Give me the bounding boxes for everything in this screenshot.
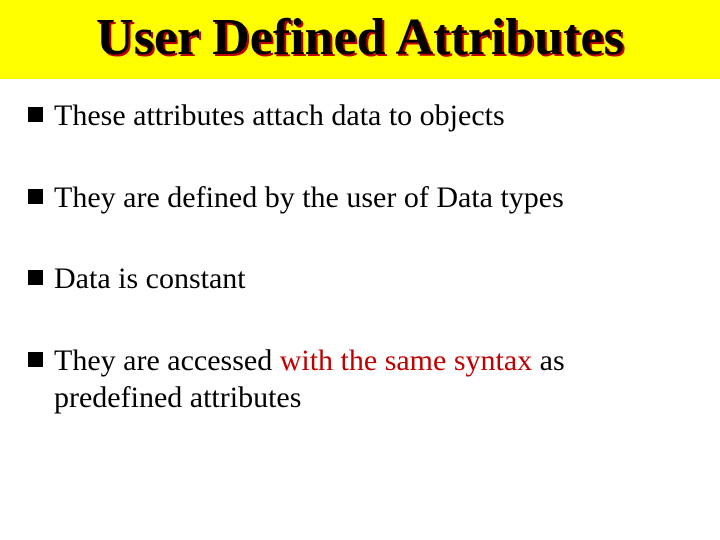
bullet-item: They are defined by the user of Data typ… [28,179,692,217]
bullet-text: Data is constant [54,262,246,295]
bullet-item: They are accessed with the same syntax a… [28,342,692,417]
slide-body: These attributes attach data to objects … [0,79,720,417]
bullet-text-highlight: with the same syntax [280,344,532,377]
slide-title-text: User Defined Attributes [96,9,624,66]
slide: User Defined Attributes User Defined Att… [0,0,720,540]
bullet-text: They are defined by the user of Data typ… [54,181,564,214]
slide-title: User Defined Attributes User Defined Att… [96,8,624,67]
bullet-item: Data is constant [28,260,692,298]
bullet-text-pre: They are accessed [54,344,280,377]
bullet-text: These attributes attach data to objects [54,99,505,132]
title-band: User Defined Attributes User Defined Att… [0,0,720,79]
bullet-item: These attributes attach data to objects [28,97,692,135]
